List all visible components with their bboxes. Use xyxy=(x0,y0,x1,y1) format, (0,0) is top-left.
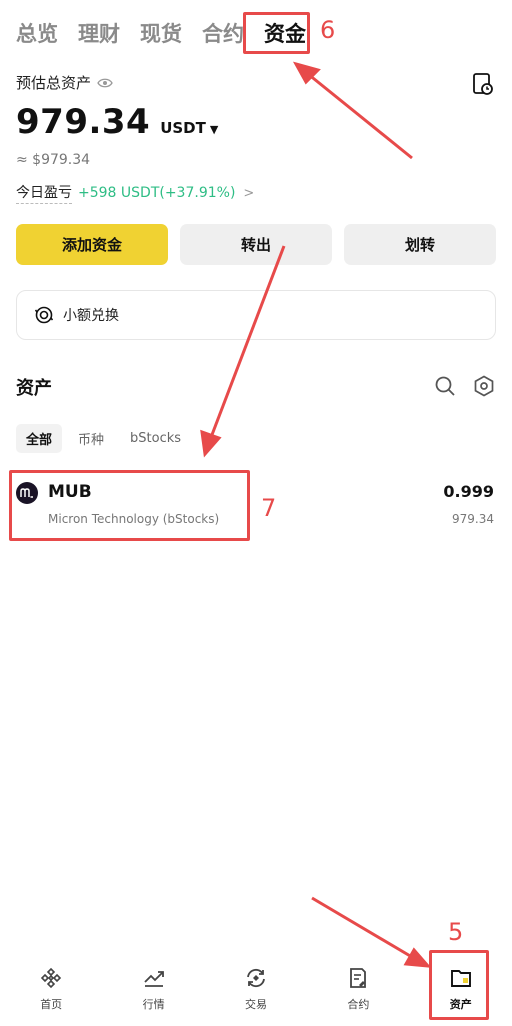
chevron-right-icon: > xyxy=(243,185,255,201)
nav-markets[interactable]: 行情 xyxy=(114,966,194,1012)
settings-hex-icon[interactable] xyxy=(473,375,495,397)
chart-trend-icon xyxy=(143,971,164,987)
caret-down-icon[interactable]: ▼ xyxy=(210,123,218,136)
balance-row: 979.34 USDT ▼ xyxy=(16,102,218,142)
token-value: 979.34 xyxy=(452,512,494,526)
eye-icon[interactable] xyxy=(97,77,113,89)
pnl-value: +598 USDT(+37.91%) xyxy=(78,185,236,201)
annotation-number: 7 xyxy=(261,494,277,522)
annotation-box-funding-tab xyxy=(243,12,310,54)
tab-spot[interactable]: 现货 xyxy=(140,16,182,52)
asset-filter-row: 全部 币种 bStocks xyxy=(16,424,197,453)
small-convert-label: 小额兑换 xyxy=(63,308,119,324)
search-icon[interactable] xyxy=(434,375,456,397)
asset-label: 预估总资产 xyxy=(16,74,92,92)
nav-label: 行情 xyxy=(142,998,165,1011)
asset-label-row: 预估总资产 xyxy=(16,72,113,93)
annotation-box-asset-row xyxy=(9,470,250,541)
transfer-button[interactable]: 划转 xyxy=(344,224,496,265)
document-icon xyxy=(350,968,367,988)
tab-earn[interactable]: 理财 xyxy=(78,16,120,52)
action-row: 添加资金 转出 划转 xyxy=(16,224,496,265)
tab-futures[interactable]: 合约 xyxy=(202,16,244,52)
assets-title: 资产 xyxy=(16,378,52,399)
nav-home[interactable]: 首页 xyxy=(11,966,91,1012)
nav-futures[interactable]: 合约 xyxy=(318,966,398,1012)
balance-value: 979.34 xyxy=(16,102,151,142)
token-quantity: 0.999 xyxy=(443,482,494,501)
trade-exchange-icon xyxy=(247,968,265,988)
history-icon[interactable] xyxy=(472,72,494,96)
add-funds-button[interactable]: 添加资金 xyxy=(16,224,168,265)
annotation-box-assets-nav xyxy=(429,950,489,1020)
pnl-label: 今日盈亏 xyxy=(16,182,72,204)
balance-unit[interactable]: USDT xyxy=(160,119,206,137)
convert-icon xyxy=(35,306,53,324)
nav-label: 合约 xyxy=(347,998,370,1011)
filter-bstocks[interactable]: bStocks xyxy=(120,426,191,451)
filter-all[interactable]: 全部 xyxy=(16,424,63,453)
withdraw-button[interactable]: 转出 xyxy=(180,224,332,265)
small-convert-card[interactable]: 小额兑换 xyxy=(16,290,496,340)
balance-approx: ≈ $979.34 xyxy=(16,152,91,168)
annotation-number: 6 xyxy=(320,16,336,44)
tab-overview[interactable]: 总览 xyxy=(16,16,58,52)
nav-label: 首页 xyxy=(40,998,63,1011)
nav-label: 交易 xyxy=(244,998,267,1011)
binance-logo-icon xyxy=(41,967,62,989)
annotation-number: 5 xyxy=(448,918,464,946)
nav-trade[interactable]: 交易 xyxy=(216,966,296,1012)
pnl-row[interactable]: 今日盈亏 +598 USDT(+37.91%) > xyxy=(16,182,254,204)
filter-coin[interactable]: 币种 xyxy=(68,424,114,453)
